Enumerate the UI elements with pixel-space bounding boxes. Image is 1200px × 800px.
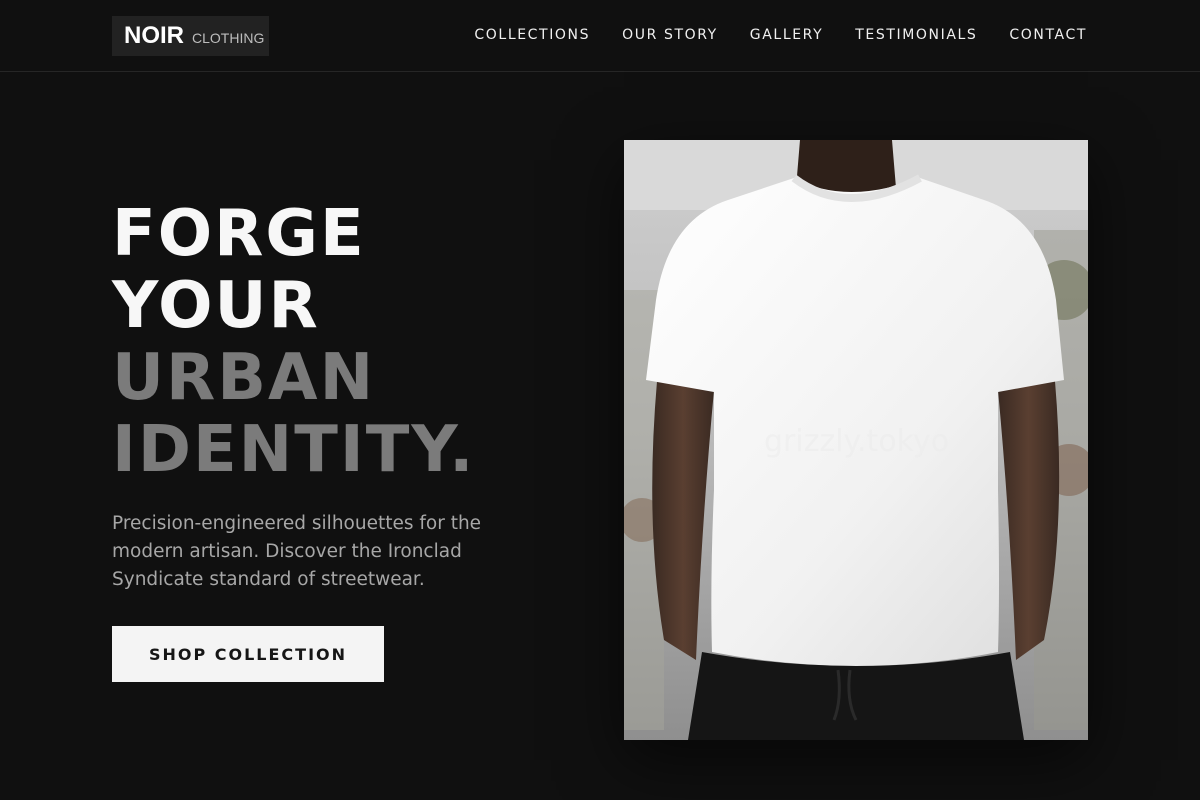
shop-collection-button[interactable]: SHOP COLLECTION: [112, 626, 384, 682]
site-header: NOIR CLOTHING COLLECTIONS OUR STORY GALL…: [0, 0, 1200, 72]
nav-link-testimonials[interactable]: TESTIMONIALS: [855, 24, 977, 46]
headline-line-1: FORGE: [112, 197, 366, 271]
nav-link-contact[interactable]: CONTACT: [1009, 24, 1087, 46]
headline-line-4: IDENTITY.: [112, 413, 476, 487]
hero-headline: FORGE YOUR URBAN IDENTITY.: [112, 198, 475, 486]
main-nav: COLLECTIONS OUR STORY GALLERY TESTIMONIA…: [474, 24, 1087, 46]
nav-link-our-story[interactable]: OUR STORY: [622, 24, 718, 46]
brand-name: NOIR: [124, 22, 184, 49]
image-watermark: grizzly.tokyo: [764, 424, 950, 459]
nav-link-gallery[interactable]: GALLERY: [750, 24, 823, 46]
nav-link-collections[interactable]: COLLECTIONS: [474, 24, 590, 46]
headline-line-3: URBAN: [112, 341, 376, 415]
hero-description: Precision-engineered silhouettes for the…: [112, 513, 482, 590]
headline-line-2: YOUR: [112, 269, 320, 343]
brand-subtitle: CLOTHING: [192, 30, 265, 46]
brand-logo[interactable]: NOIR CLOTHING: [112, 16, 269, 56]
